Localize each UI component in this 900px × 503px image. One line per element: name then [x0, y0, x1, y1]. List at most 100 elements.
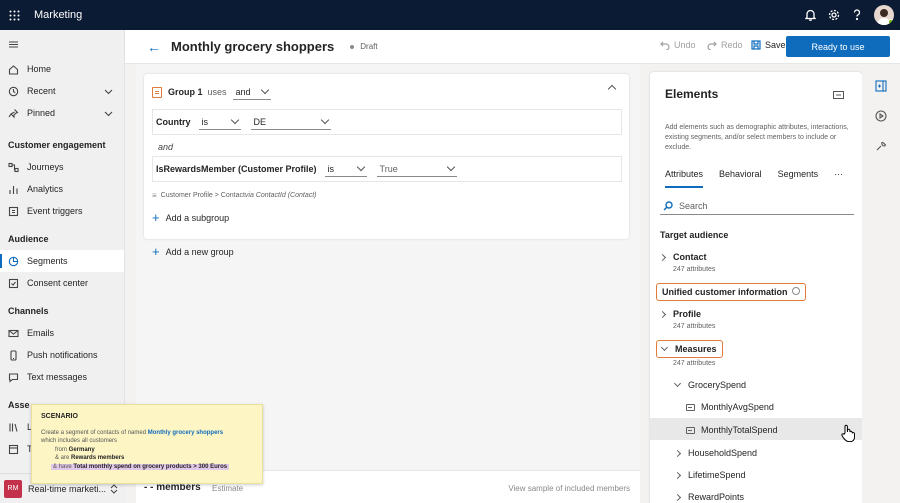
sidebar-item-label: Text messages: [27, 372, 88, 382]
sidebar-item-emails[interactable]: Emails: [0, 322, 124, 344]
hamburger-icon[interactable]: [0, 30, 124, 58]
add-group-button[interactable]: + Add a new group: [152, 245, 234, 258]
sidebar-item-journeys[interactable]: Journeys: [0, 156, 124, 178]
segments-icon: [8, 256, 19, 266]
search-input[interactable]: Search: [660, 197, 854, 215]
relationship-path[interactable]: ≡ Customer Profile > Contact via Contact…: [152, 191, 317, 200]
sidebar-item-recent[interactable]: Recent: [0, 80, 124, 102]
tab-attributes[interactable]: Attributes: [665, 169, 704, 188]
condition-value-dropdown[interactable]: DE: [250, 114, 331, 130]
path-prefix: Customer Profile > Contact: [160, 192, 245, 199]
sidebar-item-label: Analytics: [27, 184, 64, 194]
element-label: Contact: [673, 252, 707, 262]
scenario-note: SCENARIO Create a segment of contacts of…: [31, 404, 263, 484]
chevron-right-icon: [658, 310, 667, 318]
minimize-panel-icon[interactable]: [833, 91, 844, 99]
save-button[interactable]: Save: [751, 40, 786, 50]
app-name[interactable]: Marketing: [34, 9, 82, 21]
heading-label: Unified customer information: [662, 287, 788, 297]
sidebar-item-label: Consent center: [27, 278, 89, 288]
group-card: Group 1 uses and Country is DE and IsRew…: [144, 74, 629, 239]
help-icon[interactable]: [852, 9, 862, 21]
chevron-down-icon: [260, 85, 269, 95]
save-label: Save: [765, 40, 786, 50]
element-grocery-spend[interactable]: GrocerySpend: [673, 379, 746, 390]
avatar[interactable]: [874, 5, 894, 25]
scenario-line: & are Rewards members: [41, 454, 253, 463]
sidebar-item-analytics[interactable]: Analytics: [0, 178, 124, 200]
journey-panel-toggle[interactable]: [870, 105, 892, 127]
scenario-value: Rewards members: [71, 455, 125, 461]
dropdown-value: and: [235, 86, 251, 97]
sidebar-item-pinned[interactable]: Pinned: [0, 102, 124, 124]
sidebar-item-consent-center[interactable]: Consent center: [0, 272, 124, 294]
scenario-line: & have Total monthly spend on grocery pr…: [41, 463, 253, 472]
sidebar-item-push-notifications[interactable]: Push notifications: [0, 344, 124, 366]
play-circle-icon: [875, 110, 887, 122]
element-measures[interactable]: Measures 247 attributes: [656, 340, 723, 367]
view-sample-link[interactable]: View sample of included members: [508, 484, 630, 493]
element-count: 247 attributes: [673, 266, 716, 273]
scenario-segment-name: Monthly grocery shoppers: [147, 429, 224, 436]
chevron-right-icon: [673, 493, 682, 501]
chevron-down-icon[interactable]: [103, 108, 114, 119]
condition-value-dropdown[interactable]: True: [376, 161, 457, 177]
redo-button[interactable]: Redo: [707, 40, 743, 50]
scenario-text: & are: [55, 455, 70, 461]
chevron-down-icon[interactable]: [103, 86, 114, 97]
attribute-monthly-total-spend[interactable]: MonthlyTotalSpend: [686, 425, 778, 435]
status-badge: Draft: [350, 42, 378, 51]
add-subgroup-button[interactable]: + Add a subgroup: [152, 211, 229, 224]
chevron-right-icon: [673, 471, 682, 479]
section-channels: Channels: [8, 306, 49, 316]
library-icon: [9, 423, 18, 432]
group-operator-dropdown[interactable]: and: [232, 84, 271, 100]
collapse-chevron-icon[interactable]: [607, 84, 617, 94]
element-contact[interactable]: Contact 247 attributes: [658, 252, 715, 273]
tab-behavioral[interactable]: Behavioral: [719, 169, 762, 188]
command-bar: ← Monthly grocery shoppers Draft Undo Re…: [125, 30, 900, 64]
right-rail: [862, 72, 900, 503]
ready-to-use-button[interactable]: Ready to use: [786, 36, 890, 57]
sidebar-item-segments[interactable]: Segments: [0, 250, 124, 272]
relationship-icon: ≡: [152, 191, 157, 200]
attribute-monthly-avg-spend[interactable]: MonthlyAvgSpend: [686, 402, 774, 412]
scenario-value: Total monthly spend on grocery products …: [73, 463, 228, 470]
sidebar-item-event-triggers[interactable]: Event triggers: [0, 200, 124, 222]
condition-operator-dropdown[interactable]: is: [198, 114, 241, 130]
element-household-spend[interactable]: HouseholdSpend: [673, 448, 757, 458]
highlight-box: Unified customer information: [656, 283, 806, 301]
chevron-down-icon: [230, 115, 239, 125]
scenario-text: from: [55, 446, 67, 453]
elements-panel-toggle[interactable]: [870, 75, 892, 97]
element-reward-points[interactable]: RewardPoints: [673, 492, 744, 502]
info-icon[interactable]: [791, 287, 800, 295]
sidebar-item-text-messages[interactable]: Text messages: [0, 366, 124, 388]
panel-description: Add elements such as demographic attribu…: [665, 124, 849, 151]
element-profile[interactable]: Profile 247 attributes: [658, 309, 715, 330]
bell-icon[interactable]: [805, 9, 816, 21]
app-launcher-icon[interactable]: [0, 0, 28, 30]
home-icon: [8, 64, 19, 75]
sms-icon: [8, 372, 19, 383]
sidebar-item-home[interactable]: Home: [0, 58, 124, 80]
condition-attribute: Country: [156, 117, 191, 127]
scenario-text: & have: [53, 463, 72, 470]
sidebar-item-label: Pinned: [27, 108, 56, 118]
sidebar-item-label: Event triggers: [27, 206, 83, 216]
condition-operator-dropdown[interactable]: is: [324, 161, 367, 177]
scenario-text: Create a segment of contacts of named: [41, 429, 148, 436]
element-label: LifetimeSpend: [688, 470, 746, 480]
chevron-down-icon: [660, 343, 669, 352]
gear-icon[interactable]: [828, 9, 840, 21]
tab-segments[interactable]: Segments: [778, 169, 819, 188]
back-arrow-icon[interactable]: ←: [147, 39, 161, 55]
tools-panel-toggle[interactable]: [870, 135, 892, 157]
redo-label: Redo: [721, 40, 743, 50]
element-label: Measures: [675, 344, 717, 354]
more-tabs-button[interactable]: ···: [834, 169, 843, 188]
add-element-icon: [875, 80, 887, 92]
element-lifetime-spend[interactable]: LifetimeSpend: [673, 470, 746, 480]
undo-button[interactable]: Undo: [660, 40, 696, 50]
elements-tabs: Attributes Behavioral Segments ···: [665, 169, 859, 188]
